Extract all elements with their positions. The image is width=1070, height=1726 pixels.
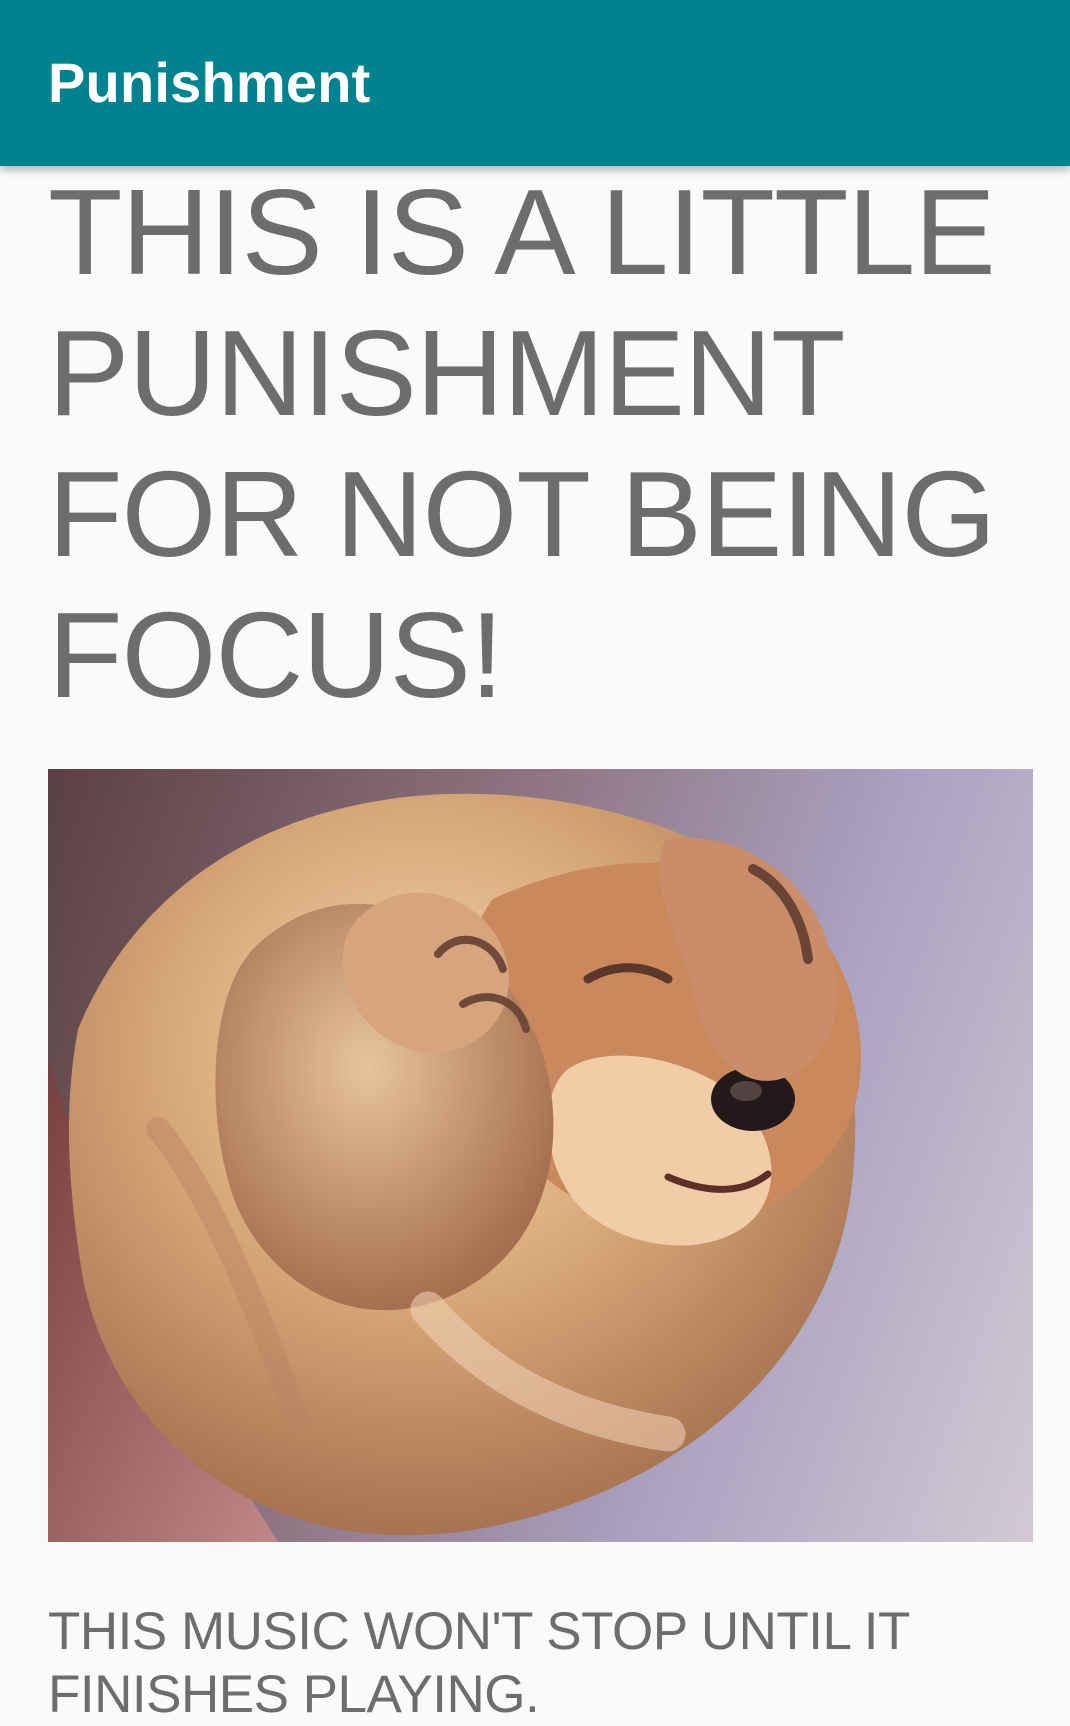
punishment-headline: THIS IS A LITTLE PUNISHMENT FOR NOT BEIN… <box>48 164 996 723</box>
app-bar: Punishment <box>0 0 1070 166</box>
puppy-image <box>48 769 1033 1542</box>
puppy-photo-icon <box>48 793 861 1542</box>
music-message: THIS MUSIC WON'T STOP UNTIL IT FINISHES … <box>48 1602 909 1724</box>
app-title: Punishment <box>48 51 371 114</box>
